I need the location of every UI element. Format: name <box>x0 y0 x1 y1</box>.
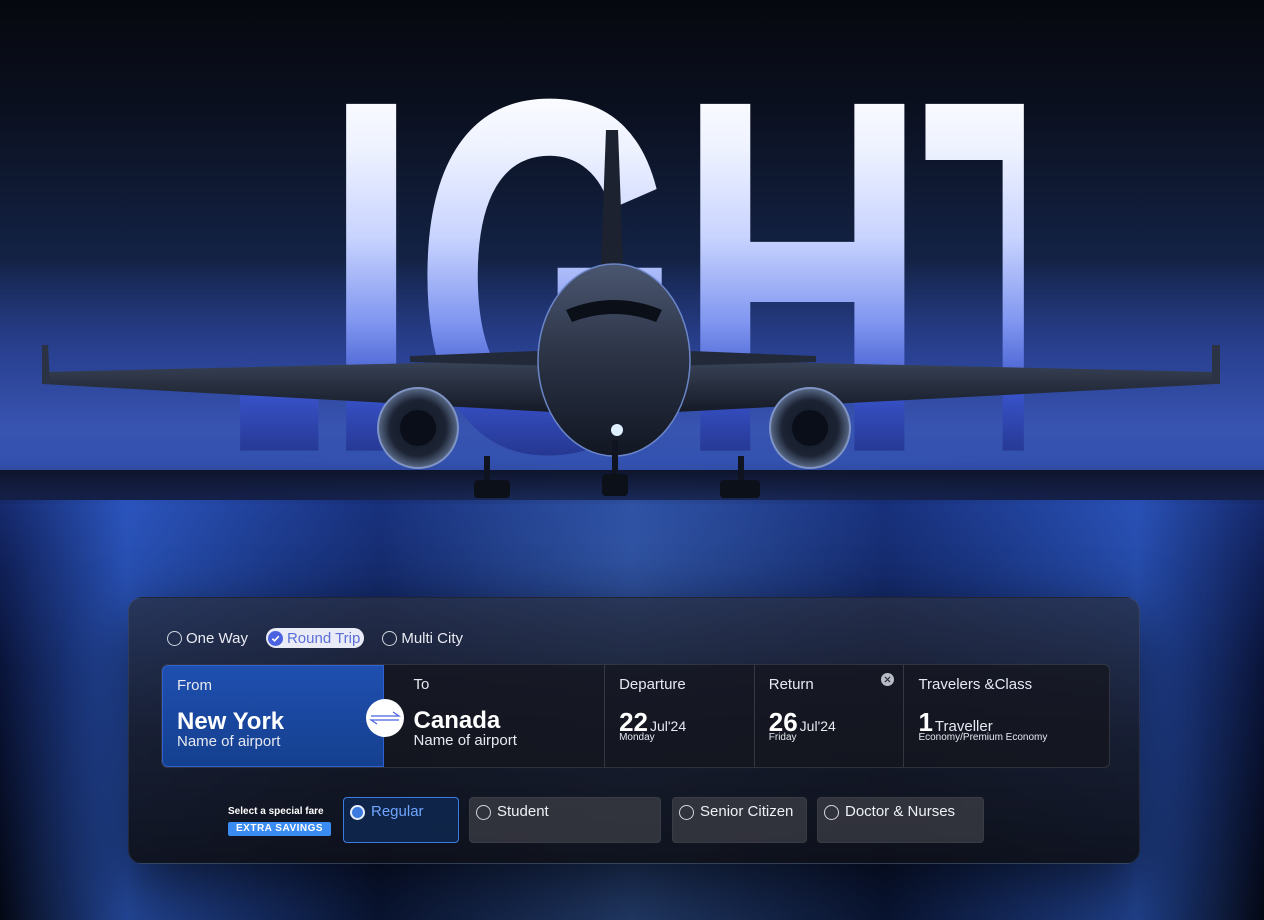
airplane-image <box>42 130 1220 498</box>
fare-doctor-nurses-label: Doctor & Nurses <box>845 803 956 820</box>
extra-savings-badge: EXTRA SAVINGS <box>228 822 332 836</box>
fare-regular[interactable]: Regular <box>343 797 459 843</box>
return-weekday: Friday <box>768 732 797 743</box>
trip-round-trip[interactable]: Round Trip <box>265 628 365 648</box>
fare-student[interactable]: Student <box>469 797 661 843</box>
radio-icon <box>824 805 839 820</box>
trip-type-selector: One Way Round Trip Multi City <box>167 628 463 648</box>
search-fields: From New York Name of airport To Canada … <box>161 664 1110 768</box>
radio-icon <box>167 630 182 646</box>
travelers-label: Travelers &Class <box>918 676 1033 693</box>
radio-icon <box>679 805 694 820</box>
radio-icon <box>382 630 398 646</box>
special-fare-heading: Select a special fare EXTRA SAVINGS <box>228 806 336 836</box>
trip-multi-city-label: Multi City <box>401 629 464 647</box>
fare-senior-citizen[interactable]: Senior Citizen <box>672 797 807 843</box>
clear-icon[interactable] <box>881 673 895 686</box>
swap-icon[interactable] <box>366 699 404 737</box>
trip-one-way-label: One Way <box>186 629 248 647</box>
return-month: Jul'24 <box>799 718 836 734</box>
departure-weekday: Monday <box>619 732 655 743</box>
travelers-class-field[interactable]: Travelers &Class 1 Traveller Economy/Pre… <box>904 665 1109 767</box>
from-airport: Name of airport <box>177 733 281 750</box>
fare-doctor-nurses[interactable]: Doctor & Nurses <box>817 797 984 843</box>
fare-student-label: Student <box>497 803 549 820</box>
departure-field[interactable]: Departure 22 Jul'24 Monday <box>605 665 755 767</box>
departure-label: Departure <box>619 676 686 693</box>
travel-class: Economy/Premium Economy <box>918 732 1048 743</box>
trip-one-way[interactable]: One Way <box>167 628 248 648</box>
from-label: From <box>177 677 212 694</box>
from-field[interactable]: From New York Name of airport <box>162 665 404 767</box>
return-field[interactable]: Return 26 Jul'24 Friday <box>755 665 905 767</box>
fare-regular-label: Regular <box>371 803 424 820</box>
departure-month: Jul'24 <box>649 718 687 734</box>
trip-round-trip-label: Round Trip <box>286 629 361 647</box>
return-label: Return <box>768 676 814 693</box>
flight-search-card: One Way Round Trip Multi City From New Y… <box>128 597 1140 864</box>
to-airport: Name of airport <box>413 732 517 749</box>
from-city: New York <box>177 708 285 735</box>
radio-selected-icon <box>350 805 365 820</box>
to-city: Canada <box>413 707 501 734</box>
to-label: To <box>413 676 430 693</box>
to-field[interactable]: To Canada Name of airport <box>384 665 606 767</box>
trip-multi-city[interactable]: Multi City <box>382 628 463 648</box>
special-fare-label: Select a special fare <box>228 806 324 817</box>
check-icon <box>267 630 283 646</box>
fare-senior-citizen-label: Senior Citizen <box>700 803 794 820</box>
radio-icon <box>476 805 491 820</box>
